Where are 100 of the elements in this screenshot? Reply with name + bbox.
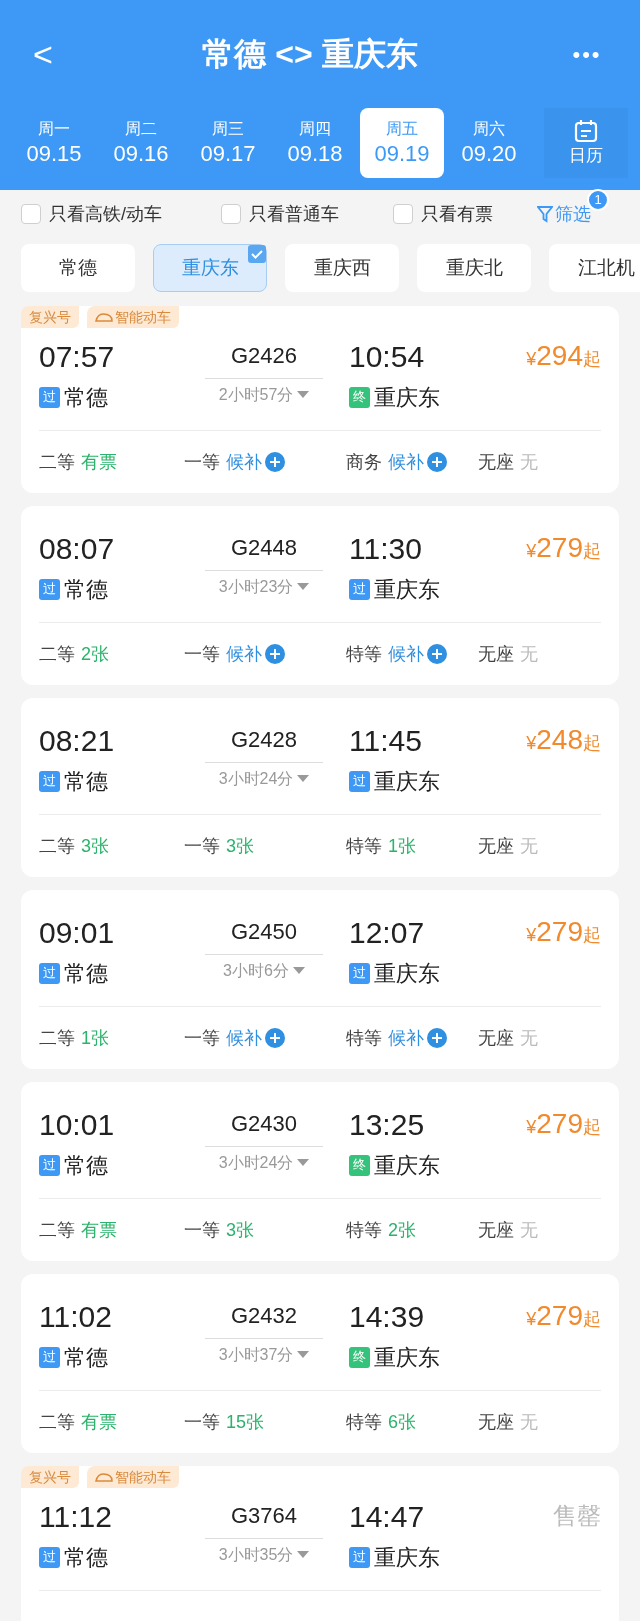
station-name: 重庆东 [374,767,440,796]
station-chip[interactable]: 重庆北 [417,244,531,292]
seat-status[interactable]: 候补 [388,1024,447,1052]
arrival-time: 12:07 [348,914,426,951]
filter-label[interactable]: 只看普通车 [249,200,339,228]
train-card[interactable]: 09:01 G2450 12:07 ¥279起 过 常德 3小时6分 过 重庆东 二等 1张 一等 候补 特等 候补 无座 无 [21,890,619,1069]
plus-icon [265,452,285,472]
date-tab[interactable]: 周五 09.19 [360,108,444,178]
station-badge: 过 [39,386,60,408]
seat-class: 商务 [346,450,382,474]
duration-toggle[interactable]: 3小时6分 [223,959,305,983]
station-chip[interactable]: 重庆西 [285,244,399,292]
station-name: 重庆东 [374,575,440,604]
seat-status[interactable]: 候补 [388,448,447,476]
more-button[interactable]: ••• [562,37,612,71]
seat-class: 二等 [39,1218,75,1242]
duration-toggle[interactable]: 3小时35分 [218,1543,310,1567]
price: ¥294起 [526,339,601,373]
train-number: G2430 [230,1110,298,1138]
checkbox[interactable] [393,204,413,224]
calendar-button[interactable]: 日历 [544,108,628,178]
seat-class: 特等 [346,1410,382,1434]
station-chip[interactable]: 重庆东 [153,244,267,292]
arrival-time: 11:30 [348,530,423,567]
duration-toggle[interactable]: 2小时57分 [218,383,310,407]
train-number: G2432 [230,1302,298,1330]
filter-label[interactable]: 只看高铁/动车 [49,200,162,228]
seat-status[interactable]: 候补 [226,1024,285,1052]
checkbox[interactable] [221,204,241,224]
date-tab[interactable]: 周二 09.16 [99,108,183,178]
departure-time: 11:02 [39,1298,113,1335]
price: ¥279起 [526,531,601,565]
caret-icon [297,391,310,399]
seat-class: 特等 [346,642,382,666]
caret-icon [292,967,305,975]
seat-class: 无座 [478,1410,514,1434]
seat-status: 有票 [81,1410,117,1434]
train-card[interactable]: 复兴号 智能动车 07:57 G2426 10:54 ¥294起 过 常德 2小时57分 终 重庆东 二等 有票 一等 候补 商务 候补 无座 无 [21,306,619,493]
seat-status: 15张 [226,1410,265,1434]
duration-toggle[interactable]: 3小时37分 [218,1343,310,1367]
seat-status: 2张 [388,1218,416,1242]
seat-class: 二等 [39,834,75,858]
train-card[interactable]: 复兴号 智能动车 11:12 G3764 14:47 售罄 过 常德 3小时35分 过 重庆东 [21,1466,619,1621]
seat-class: 特等 [346,1026,382,1050]
station-name: 重庆东 [374,383,440,412]
duration-toggle[interactable]: 3小时23分 [218,575,310,599]
duration-toggle[interactable]: 3小时24分 [218,767,310,791]
date-tab[interactable]: 周四 09.18 [273,108,357,178]
filter-label[interactable]: 只看有票 [421,200,493,228]
station-badge: 过 [349,770,370,792]
train-number: G2450 [230,918,298,946]
seat-status: 无 [520,642,538,666]
count-badge: 1 [587,188,609,211]
date-tab[interactable]: 周三 09.17 [186,108,270,178]
seat-class: 二等 [39,1026,75,1050]
seat-status[interactable]: 候补 [226,640,285,668]
station-name: 常德 [64,575,108,604]
seat-status: 无 [520,834,538,858]
seat-class: 无座 [478,1218,514,1242]
date-tab[interactable]: 周六 09.20 [447,108,531,178]
sold-out-label: 售罄 [553,1501,601,1531]
station-chip[interactable]: 江北机 [549,244,640,292]
train-tag: 智能动车 [87,306,179,328]
seat-status[interactable]: 候补 [388,640,447,668]
station-badge: 过 [349,1546,370,1568]
checkbox[interactable] [21,204,41,224]
arrival-time: 13:25 [348,1106,426,1143]
caret-icon [297,775,310,783]
station-badge: 终 [349,1346,370,1368]
train-card[interactable]: 11:02 G2432 14:39 ¥279起 过 常德 3小时37分 终 重庆东 二等 有票 一等 15张 特等 6张 无座 无 [21,1274,619,1453]
train-card[interactable]: 08:21 G2428 11:45 ¥248起 过 常德 3小时24分 过 重庆东 二等 3张 一等 3张 特等 1张 无座 无 [21,698,619,877]
seat-status: 无 [520,1410,538,1434]
price: ¥279起 [526,915,601,949]
train-tag: 智能动车 [87,1466,179,1488]
train-number: G3764 [230,1502,298,1530]
calendar-icon [573,118,599,144]
price: ¥248起 [526,723,601,757]
seat-status[interactable]: 候补 [226,448,285,476]
caret-icon [297,583,310,591]
station-name: 常德 [64,959,108,988]
seat-class: 一等 [184,1026,220,1050]
departure-time: 08:21 [39,722,116,759]
seat-class: 无座 [478,1026,514,1050]
seat-status: 无 [520,1218,538,1242]
station-badge: 过 [39,1546,60,1568]
seat-status: 3张 [226,1218,254,1242]
back-button[interactable]: < [28,37,58,71]
seat-class: 无座 [478,450,514,474]
train-card[interactable]: 10:01 G2430 13:25 ¥279起 过 常德 3小时24分 终 重庆东 二等 有票 一等 3张 特等 2张 无座 无 [21,1082,619,1261]
station-name: 常德 [64,767,108,796]
seat-status: 2张 [81,642,109,666]
seat-status: 有票 [81,450,117,474]
train-card[interactable]: 08:07 G2448 11:30 ¥279起 过 常德 3小时23分 过 重庆东 二等 2张 一等 候补 特等 候补 无座 无 [21,506,619,685]
train-tag: 复兴号 [21,1466,79,1488]
seat-status: 有票 [81,1218,117,1242]
arrival-time: 14:39 [348,1298,426,1335]
seat-class: 一等 [184,834,220,858]
date-tab[interactable]: 周一 09.15 [12,108,96,178]
station-chip[interactable]: 常德 [21,244,135,292]
duration-toggle[interactable]: 3小时24分 [218,1151,310,1175]
